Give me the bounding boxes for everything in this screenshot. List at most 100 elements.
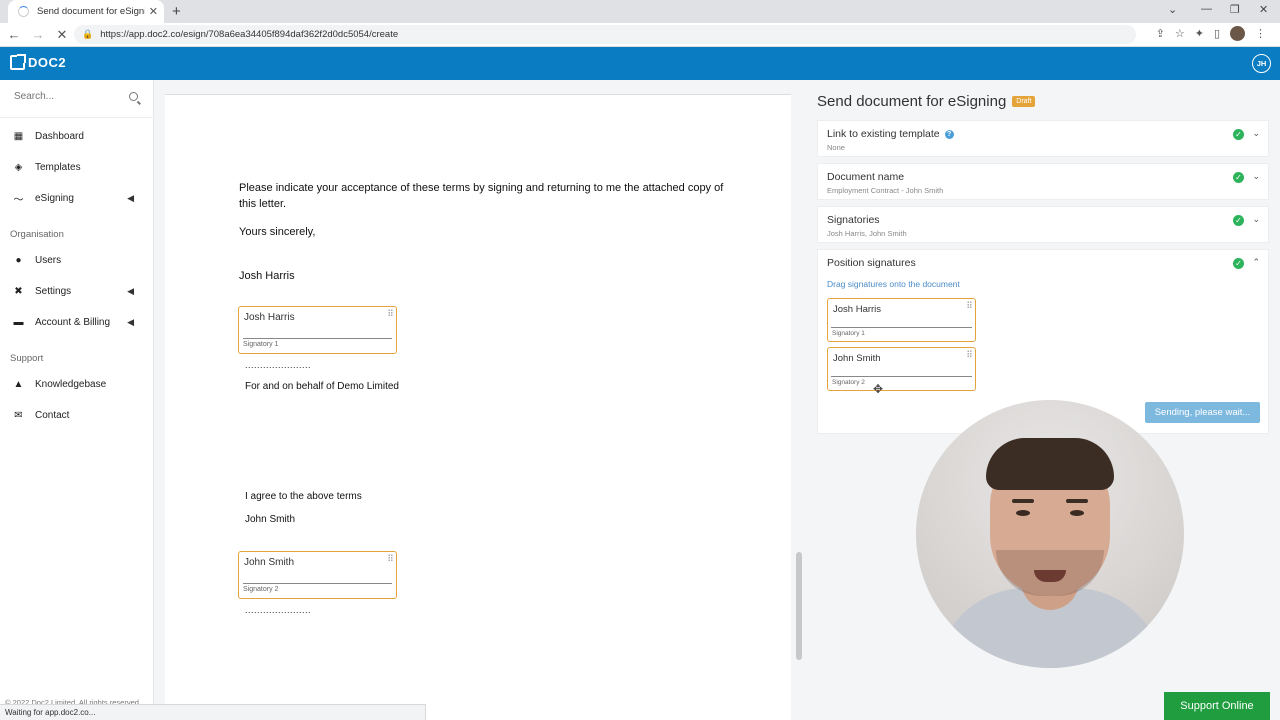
tab-title: Send document for eSigning | Do: [37, 6, 145, 17]
document-page: Please indicate your acceptance of these…: [165, 94, 791, 720]
layers-icon: ◈: [14, 161, 23, 173]
draggable-signature-2[interactable]: John Smith Signatory 2: [827, 347, 976, 391]
user-icon: ●: [15, 254, 22, 266]
support-online-button[interactable]: Support Online: [1164, 692, 1270, 720]
share-icon[interactable]: ⇪: [1156, 27, 1165, 40]
panel-title: Send document for eSigning Draft: [817, 93, 1036, 110]
signature-dots: ......................: [245, 605, 312, 615]
stop-icon[interactable]: ✕: [52, 27, 72, 43]
new-tab-icon[interactable]: +: [172, 3, 181, 20]
tab-close-icon[interactable]: ✕: [149, 5, 158, 18]
address-bar[interactable]: 🔒 https://app.doc2.co/esign/708a6ea34405…: [74, 25, 1136, 44]
section-subtitle: Employment Contract - John Smith: [827, 186, 944, 195]
envelope-icon: ✉: [14, 409, 23, 421]
extensions-icon[interactable]: ✦: [1195, 27, 1204, 40]
menu-icon[interactable]: ⋮: [1255, 27, 1266, 40]
recipient-name: John Smith: [245, 514, 296, 525]
signatory-label: Signatory 2: [243, 586, 279, 593]
sidebar-item-templates[interactable]: ◈ Templates: [0, 156, 154, 178]
document-viewer: Please indicate your acceptance of these…: [154, 80, 805, 720]
browser-toolbar: ← → ✕ 🔒 https://app.doc2.co/esign/708a6e…: [0, 23, 1280, 47]
document-name-section[interactable]: Document name Employment Contract - John…: [817, 163, 1269, 200]
signatory-label: Signatory 2: [832, 379, 865, 386]
search-input[interactable]: [14, 91, 122, 102]
chevron-down-icon[interactable]: ⌄: [1252, 214, 1260, 225]
organisation-label: Organisation: [10, 229, 64, 240]
check-icon: ✓: [1233, 215, 1244, 226]
signature-line: [243, 338, 392, 339]
sidebar-item-users[interactable]: ● Users: [0, 249, 154, 271]
browser-status-bar: Waiting for app.doc2.co...: [0, 704, 426, 720]
move-cursor-icon: ✥: [873, 382, 884, 396]
sidebar-item-knowledgebase[interactable]: ▲ Knowledgebase: [0, 373, 154, 395]
sidebar-item-settings[interactable]: ✖ Settings ◀: [0, 280, 154, 302]
profile-avatar[interactable]: [1230, 26, 1245, 41]
closing-text: Yours sincerely,: [239, 226, 316, 238]
signature-name: John Smith: [833, 353, 881, 364]
doc2-logo[interactable]: DOC2: [10, 54, 66, 70]
sidebar-item-contact[interactable]: ✉ Contact: [0, 404, 154, 426]
chevron-down-icon[interactable]: ⌄: [1252, 128, 1260, 139]
agree-text: I agree to the above terms: [245, 491, 362, 502]
acceptance-paragraph: Please indicate your acceptance of these…: [239, 182, 724, 210]
signature-dots: ......................: [245, 360, 312, 370]
drag-handle-icon[interactable]: [967, 350, 972, 357]
sidebar-item-account-billing[interactable]: ▬ Account & Billing ◀: [0, 311, 154, 333]
signatories-section[interactable]: Signatories Josh Harris, John Smith ✓ ⌄: [817, 206, 1269, 243]
tab-search-icon[interactable]: ⌄: [1168, 3, 1177, 16]
signature-name: Josh Harris: [244, 312, 295, 323]
window-close-icon[interactable]: ✕: [1259, 3, 1268, 16]
webcam-overlay: [916, 400, 1184, 668]
sidebar-item-dashboard[interactable]: ▦ Dashboard: [0, 125, 154, 147]
send-button[interactable]: Sending, please wait...: [1145, 402, 1260, 423]
check-icon: ✓: [1233, 129, 1244, 140]
chevron-down-icon[interactable]: ⌄: [1252, 171, 1260, 182]
support-label: Support: [10, 353, 44, 364]
chevron-left-icon: ◀: [127, 285, 134, 296]
signature-placeholder-2[interactable]: John Smith Signatory 2: [238, 551, 397, 599]
minimize-icon[interactable]: —: [1201, 3, 1212, 15]
drag-handle-icon[interactable]: [967, 301, 972, 308]
signature-name: John Smith: [244, 557, 295, 568]
sidebar-search: [0, 80, 154, 118]
search-icon[interactable]: [129, 92, 138, 101]
loading-spinner-icon: [18, 6, 29, 17]
browser-tab-bar: Send document for eSigning | Do ✕ + ⌄ — …: [0, 0, 1280, 23]
user-avatar[interactable]: JH: [1252, 54, 1271, 73]
chevron-left-icon: ◀: [127, 192, 134, 203]
tools-icon: ✖: [14, 285, 23, 297]
drag-handle-icon[interactable]: [388, 309, 393, 316]
signature-icon: 〜: [13, 194, 24, 206]
signatory-label: Signatory 1: [832, 330, 865, 337]
drag-handle-icon[interactable]: [388, 554, 393, 561]
restore-icon[interactable]: ❐: [1230, 3, 1240, 16]
section-subtitle: None: [827, 143, 845, 152]
signatory-label: Signatory 1: [243, 341, 279, 348]
drag-hint: Drag signatures onto the document: [827, 279, 960, 289]
chevron-left-icon: ◀: [127, 316, 134, 327]
check-icon: ✓: [1233, 258, 1244, 269]
sidepanel-icon[interactable]: ▯: [1214, 27, 1220, 40]
graduation-icon: ▲: [13, 378, 24, 390]
section-subtitle: Josh Harris, John Smith: [827, 229, 907, 238]
browser-tab[interactable]: Send document for eSigning | Do ✕: [8, 0, 164, 23]
signature-placeholder-1[interactable]: Josh Harris Signatory 1: [238, 306, 397, 354]
signature-line: [243, 583, 392, 584]
card-icon: ▬: [13, 316, 24, 328]
chevron-up-icon[interactable]: ⌃: [1252, 257, 1260, 268]
sidebar-item-esigning[interactable]: 〜 eSigning ◀: [0, 187, 154, 209]
signature-name: Josh Harris: [833, 304, 882, 315]
document-scrollbar[interactable]: [796, 552, 802, 660]
sender-name: Josh Harris: [239, 270, 295, 282]
logo-icon: [10, 54, 26, 70]
signature-line: [831, 376, 972, 377]
back-icon[interactable]: ←: [4, 27, 24, 42]
lock-icon: 🔒: [82, 29, 94, 39]
help-icon[interactable]: ?: [944, 129, 954, 139]
template-section[interactable]: Link to existing template ? None ✓ ⌄: [817, 120, 1269, 157]
draft-badge: Draft: [1012, 96, 1036, 107]
draggable-signature-1[interactable]: Josh Harris Signatory 1: [827, 298, 976, 342]
star-icon[interactable]: ☆: [1175, 27, 1185, 40]
forward-icon[interactable]: →: [28, 27, 48, 42]
toolbar-icons: ⇪ ☆ ✦ ▯ ⋮: [1156, 26, 1266, 41]
